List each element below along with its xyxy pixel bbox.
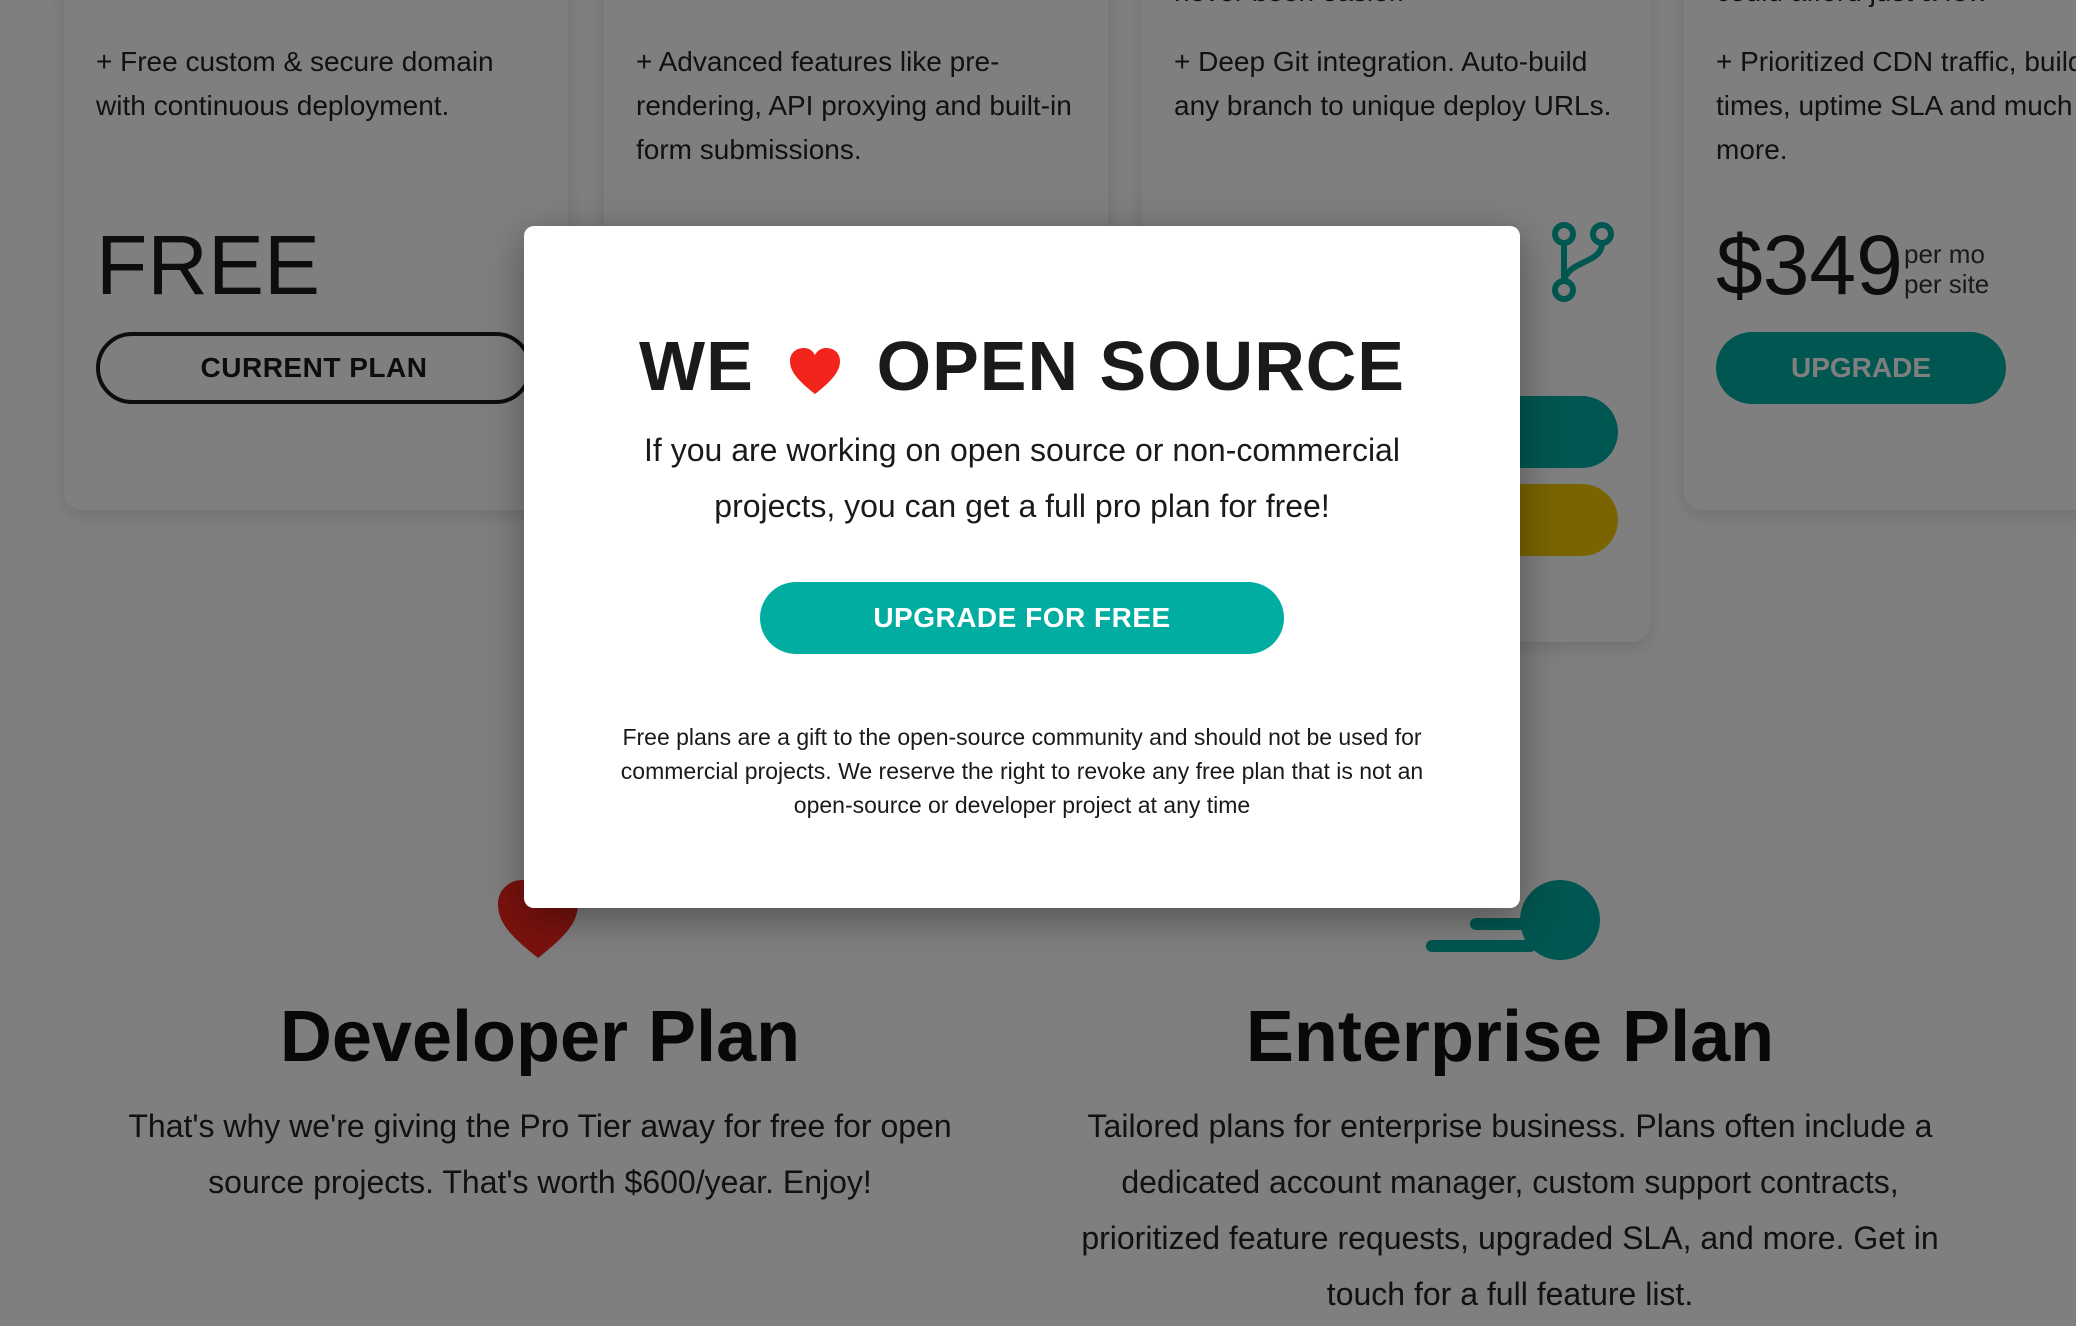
modal-lead-text: If you are working on open source or non…	[644, 432, 1400, 524]
modal-fine-print: Free plans are a gift to the open-source…	[620, 724, 1424, 818]
modal-title-open-source: OPEN SOURCE	[876, 327, 1405, 405]
upgrade-for-free-button[interactable]: UPGRADE FOR FREE	[760, 582, 1284, 654]
open-source-modal: WE OPEN SOURCE If you are working on ope…	[524, 226, 1520, 908]
modal-title: WE OPEN SOURCE	[524, 326, 1520, 412]
heart-icon	[788, 332, 842, 412]
modal-title-we: WE	[639, 327, 754, 405]
